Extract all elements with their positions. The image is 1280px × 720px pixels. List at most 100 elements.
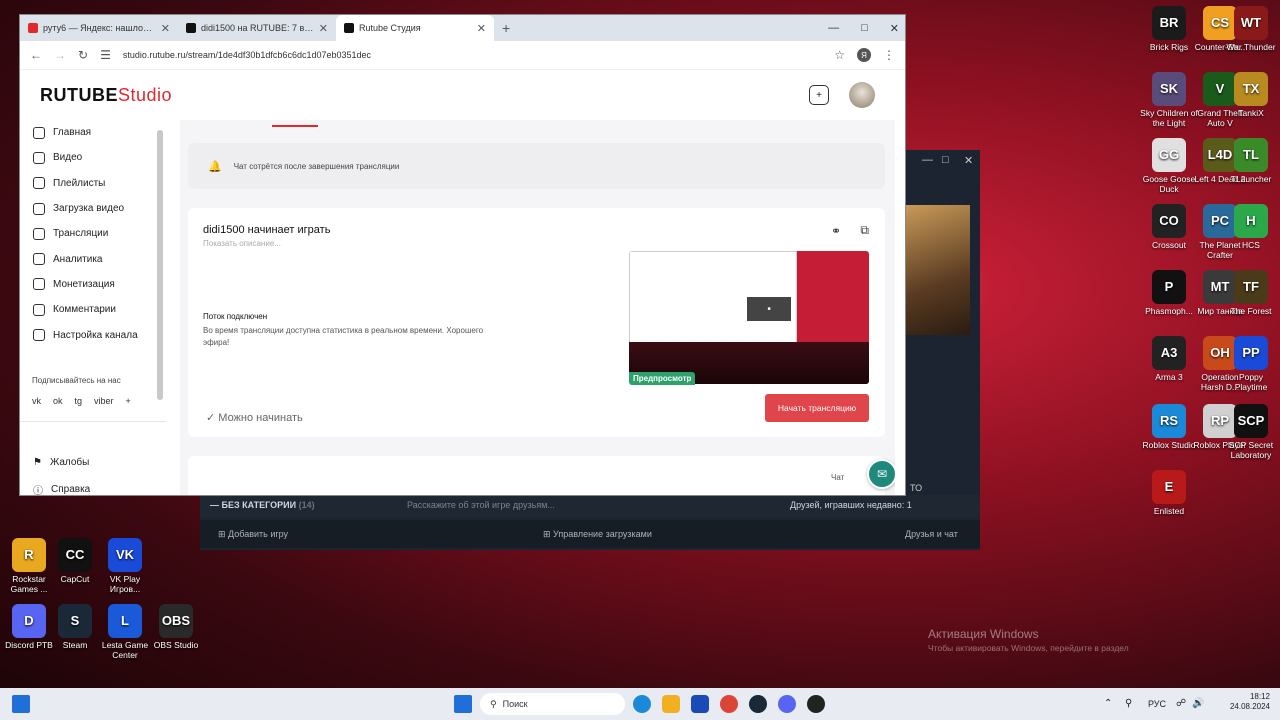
minimize-icon[interactable]: — bbox=[922, 154, 933, 166]
app-icon: OBS bbox=[159, 604, 193, 638]
desktop-shortcut[interactable]: TX TankiX bbox=[1222, 72, 1280, 119]
sidebar-item-0[interactable]: Главная bbox=[20, 120, 166, 145]
start-stream-button[interactable]: Начать трансляцию bbox=[765, 394, 869, 422]
network-icon[interactable]: ☍ bbox=[1176, 698, 1186, 709]
discord-icon[interactable] bbox=[778, 695, 796, 713]
sidebar-item-7[interactable]: Комментарии bbox=[20, 297, 166, 322]
new-tab-button[interactable]: + bbox=[494, 20, 518, 36]
comment-input[interactable]: Расскажите об этой игре друзьям... bbox=[407, 500, 555, 510]
explorer-icon[interactable] bbox=[662, 695, 680, 713]
sidebar-item-3[interactable]: Загрузка видео bbox=[20, 196, 166, 221]
desktop-shortcut[interactable]: WT War Thunder bbox=[1222, 6, 1280, 53]
desktop-shortcut[interactable]: CO Crossout bbox=[1140, 204, 1198, 251]
support-chat-button[interactable]: ✉ bbox=[867, 459, 895, 489]
close-tab-icon[interactable]: ✕ bbox=[319, 22, 328, 35]
chrome-icon[interactable] bbox=[720, 695, 738, 713]
app-icon: GG bbox=[1152, 138, 1186, 172]
volume-icon[interactable]: 🔊 bbox=[1192, 698, 1204, 709]
tab-rutube-channel[interactable]: didi1500 на RUTUBE: 7 видео ✕ bbox=[178, 15, 336, 41]
maximize-icon[interactable]: □ bbox=[942, 154, 949, 166]
close-tab-icon[interactable]: ✕ bbox=[477, 22, 486, 35]
maximize-icon[interactable]: □ bbox=[861, 22, 868, 34]
desktop-shortcut[interactable]: SK Sky Children of the Light bbox=[1140, 72, 1198, 129]
sidebar-item-5[interactable]: Аналитика bbox=[20, 246, 166, 271]
show-description-link[interactable]: Показать описание... bbox=[203, 239, 281, 248]
reload-icon[interactable]: ↻ bbox=[78, 48, 88, 62]
clock[interactable]: 18:12 24.08.2024 bbox=[1230, 692, 1270, 711]
edge-icon[interactable] bbox=[633, 695, 651, 713]
sidebar-item-label: Плейлисты bbox=[53, 177, 106, 189]
url-field[interactable]: studio.rutube.ru/stream/1de4df30b1dfcb6c… bbox=[123, 50, 822, 60]
widgets-icon[interactable] bbox=[12, 695, 30, 713]
sidebar-item-complaints[interactable]: ⚑ Жалобы bbox=[20, 457, 89, 468]
add-content-icon[interactable]: + bbox=[809, 85, 829, 105]
back-icon[interactable]: ← bbox=[30, 48, 42, 62]
sidebar-scrollbar[interactable] bbox=[157, 130, 163, 400]
ready-status: ✓ Можно начинать bbox=[206, 412, 303, 424]
desktop-shortcut[interactable]: GG Goose Goose Duck bbox=[1140, 138, 1198, 195]
store-icon[interactable] bbox=[691, 695, 709, 713]
steam-icon[interactable] bbox=[749, 695, 767, 713]
microphone-icon[interactable]: ⚲ bbox=[1125, 698, 1132, 709]
manage-downloads-button[interactable]: ⊞ Управление загрузками bbox=[543, 529, 652, 540]
forward-icon[interactable]: → bbox=[54, 48, 66, 62]
add-game-button[interactable]: ⊞ Добавить игру bbox=[218, 529, 288, 540]
close-icon[interactable]: ✕ bbox=[964, 154, 973, 167]
desktop-shortcut[interactable]: SCP SCP Secret Laboratory bbox=[1222, 404, 1280, 461]
desktop-shortcut[interactable]: BR Brick Rigs bbox=[1140, 6, 1198, 53]
sidebar-item-8[interactable]: Настройка канала bbox=[20, 322, 166, 347]
shortcut-label: TankiX bbox=[1238, 108, 1264, 118]
search-input[interactable]: ⚲ Поиск bbox=[480, 693, 625, 715]
desktop-shortcut[interactable]: TF The Forest bbox=[1222, 270, 1280, 317]
sidebar-item-label: Загрузка видео bbox=[53, 203, 125, 215]
app-icon: VK bbox=[108, 538, 142, 572]
stream-info: Во время трансляции доступна статистика … bbox=[203, 326, 484, 347]
telegram-icon[interactable]: tg bbox=[75, 396, 83, 406]
ok-icon[interactable]: ok bbox=[53, 396, 63, 406]
external-link-icon[interactable]: ⧉ bbox=[860, 223, 869, 238]
activation-text: Чтобы активировать Windows, перейдите в … bbox=[928, 643, 1129, 653]
steam-footer: ⊞ Добавить игру ⊞ Управление загрузками … bbox=[200, 520, 980, 548]
sidebar-item-2[interactable]: Плейлисты bbox=[20, 171, 166, 196]
language-indicator[interactable]: РУС bbox=[1148, 699, 1166, 709]
desktop-shortcut[interactable]: RS Roblox Studio bbox=[1140, 404, 1198, 451]
desktop-shortcut[interactable]: H HCS bbox=[1222, 204, 1280, 251]
sidebar-item-1[interactable]: Видео bbox=[20, 145, 166, 170]
desktop-shortcut[interactable]: A3 Arma 3 bbox=[1140, 336, 1198, 383]
obs-icon[interactable] bbox=[807, 695, 825, 713]
menu-icon[interactable]: ⋮ bbox=[883, 48, 895, 62]
sidebar-item-6[interactable]: Монетизация bbox=[20, 272, 166, 297]
studio-logo[interactable]: RUTUBEStudio bbox=[40, 85, 172, 106]
desktop-shortcut[interactable]: E Enlisted bbox=[1140, 470, 1198, 517]
start-icon[interactable] bbox=[454, 695, 472, 713]
tray-chevron-icon[interactable]: ⌃ bbox=[1104, 698, 1112, 709]
desktop-shortcut[interactable]: P Phasmoph... bbox=[1140, 270, 1198, 317]
tab-yandex[interactable]: руту6 — Яндекс: нашлось 5 т ✕ bbox=[20, 15, 178, 41]
desktop-shortcut[interactable]: TL TLauncher bbox=[1222, 138, 1280, 185]
close-icon[interactable]: ✕ bbox=[890, 22, 899, 35]
preview-badge: Предпросмотр bbox=[629, 372, 696, 385]
upload-icon bbox=[33, 202, 45, 215]
minimize-icon[interactable]: — bbox=[828, 22, 839, 34]
avatar[interactable] bbox=[849, 82, 875, 108]
category-label[interactable]: — БЕЗ КАТЕГОРИИ (14) bbox=[210, 500, 315, 510]
rutube-studio: RUTUBEStudio + Главная Видео Плейлисты Загр… bbox=[20, 71, 905, 495]
more-icon[interactable]: + bbox=[126, 396, 131, 406]
site-settings-icon[interactable]: ☰ bbox=[100, 48, 111, 62]
friends-chat-button[interactable]: Друзья и чат bbox=[905, 529, 958, 539]
tab-rutube-studio[interactable]: Rutube Студия ✕ bbox=[336, 15, 494, 41]
desktop-shortcut[interactable]: L Lesta Game Center bbox=[96, 604, 154, 661]
sidebar-item-label: Комментарии bbox=[53, 304, 116, 316]
playlist-icon bbox=[33, 177, 45, 190]
share-icon[interactable]: ⚭ bbox=[831, 224, 841, 238]
desktop-shortcut[interactable]: VK VK Play Игров... bbox=[96, 538, 154, 595]
desktop-shortcut[interactable]: PP Poppy Playtime bbox=[1222, 336, 1280, 393]
profile-icon[interactable]: Я bbox=[857, 48, 871, 62]
sidebar-item-4[interactable]: Трансляции bbox=[20, 221, 166, 246]
bookmark-star-icon[interactable]: ☆ bbox=[834, 48, 845, 62]
vk-icon[interactable]: vk bbox=[32, 396, 41, 406]
desktop-shortcut[interactable]: OBS OBS Studio bbox=[147, 604, 205, 651]
sidebar-item-help[interactable]: ⓘ Справка bbox=[20, 482, 90, 495]
viber-icon[interactable]: viber bbox=[94, 396, 114, 406]
close-tab-icon[interactable]: ✕ bbox=[161, 22, 170, 35]
